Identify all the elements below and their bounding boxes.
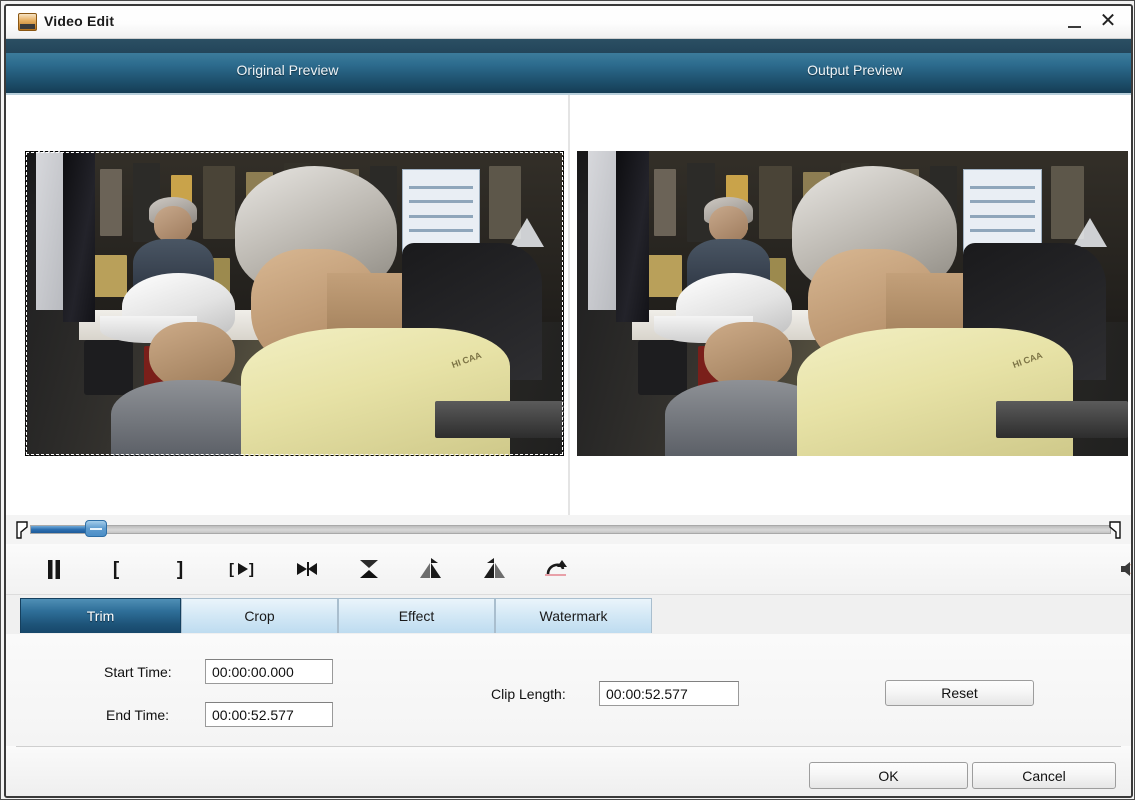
trim-settings-panel: Start Time: End Time: Clip Length: Reset xyxy=(6,634,1131,746)
play-clip-button[interactable]: [ ] xyxy=(224,553,262,585)
window-title: Video Edit xyxy=(44,13,115,29)
rotate-right-button[interactable] xyxy=(414,553,450,585)
pause-button[interactable] xyxy=(38,553,70,585)
snapshot-button[interactable] xyxy=(290,553,324,585)
seek-slider-thumb[interactable] xyxy=(85,520,107,537)
tab-original-preview[interactable]: Original Preview xyxy=(6,62,569,78)
timeline-bar xyxy=(6,515,1131,544)
end-time-input[interactable] xyxy=(205,702,333,727)
seek-slider-track[interactable] xyxy=(30,525,1111,534)
ok-button[interactable]: OK xyxy=(809,762,968,789)
set-start-button[interactable]: [ xyxy=(100,553,132,585)
trim-end-marker[interactable] xyxy=(1108,521,1121,539)
reset-button[interactable]: Reset xyxy=(885,680,1034,706)
preview-header-strip xyxy=(6,39,1131,53)
dialog-footer: OK Cancel xyxy=(6,747,1131,796)
preview-tab-bar: Original Preview Output Preview xyxy=(6,53,1131,95)
edit-tab-bar: Trim Crop Effect Watermark xyxy=(6,595,1131,635)
output-preview-pane[interactable]: HI CAA xyxy=(570,95,1131,515)
end-time-label: End Time: xyxy=(106,707,170,723)
tab-crop[interactable]: Crop xyxy=(181,598,338,633)
triangle-sign xyxy=(510,218,545,248)
start-time-label: Start Time: xyxy=(104,664,172,680)
rotate-left-button[interactable] xyxy=(476,553,512,585)
close-icon[interactable]: ✕ xyxy=(1095,10,1121,34)
tab-trim[interactable]: Trim xyxy=(20,598,181,633)
output-video-frame[interactable]: HI CAA xyxy=(577,151,1128,456)
video-edit-window: Video Edit ✕ Original Preview Output Pre… xyxy=(0,0,1135,800)
video-scene-output: HI CAA xyxy=(577,151,1128,456)
svg-text:]: ] xyxy=(249,561,254,578)
app-icon xyxy=(18,13,37,31)
window-outer-border: Video Edit ✕ Original Preview Output Pre… xyxy=(0,0,1135,800)
window-frame: Video Edit ✕ Original Preview Output Pre… xyxy=(4,4,1133,798)
tab-effect[interactable]: Effect xyxy=(338,598,495,633)
original-video-frame[interactable]: HI CAA xyxy=(25,151,564,456)
video-scene-original: HI CAA xyxy=(25,151,564,456)
preview-area: HI CAA HI CAA xyxy=(6,95,1131,515)
title-bar: Video Edit ✕ xyxy=(6,6,1131,39)
minimize-button[interactable] xyxy=(1061,10,1087,34)
undo-button[interactable] xyxy=(538,553,574,585)
svg-text:[: [ xyxy=(229,561,234,578)
cancel-button[interactable]: Cancel xyxy=(972,762,1116,789)
tab-output-preview[interactable]: Output Preview xyxy=(569,62,1131,78)
set-end-button[interactable]: ] xyxy=(164,553,196,585)
clip-length-input[interactable] xyxy=(599,681,739,706)
speaker-mute-icon[interactable] xyxy=(1119,559,1131,579)
clip-length-label: Clip Length: xyxy=(491,686,566,702)
original-preview-pane[interactable]: HI CAA xyxy=(6,95,567,515)
playback-control-bar: [ ] [ ] xyxy=(6,544,1131,595)
tab-watermark[interactable]: Watermark xyxy=(495,598,652,633)
flip-vertical-button[interactable] xyxy=(352,553,386,585)
trim-start-marker[interactable] xyxy=(16,521,29,539)
start-time-input[interactable] xyxy=(205,659,333,684)
laptop xyxy=(434,401,564,438)
